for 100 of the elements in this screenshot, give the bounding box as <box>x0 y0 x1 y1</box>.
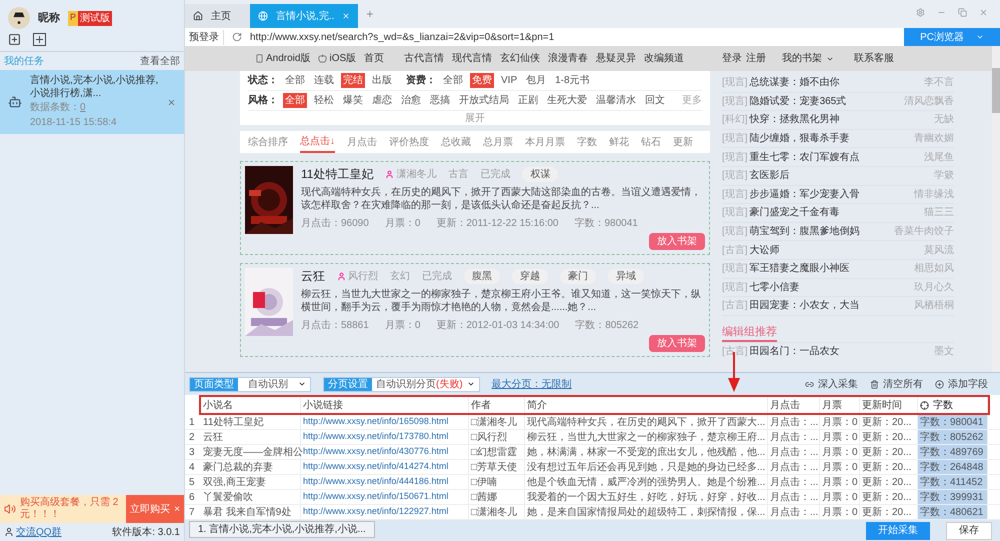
add-task-icon[interactable] <box>8 33 21 46</box>
filter-option[interactable]: 轻松 <box>312 93 336 108</box>
browser-tab[interactable]: 主页 <box>185 4 250 28</box>
settings-icon[interactable] <box>916 8 925 17</box>
paging-select[interactable]: 分页设置 自动识别分页(失败) <box>323 376 480 392</box>
address-field[interactable]: http://www.xxsy.net/search?s_wd=&s_lianzai=2&vip=0&sort=1&pn=1 <box>250 30 904 44</box>
view-all-link[interactable]: 查看全部 <box>140 54 180 68</box>
nav-link[interactable]: 改编频道 <box>644 51 684 66</box>
table-cell: 月票：0 <box>820 490 860 504</box>
filter-option[interactable]: 生死大爱 <box>545 93 589 108</box>
refresh-icon[interactable] <box>232 32 242 42</box>
column-header[interactable]: 简介 <box>525 397 768 413</box>
nav-link[interactable]: 玄幻仙侠 <box>500 51 540 66</box>
robot-icon <box>8 95 22 109</box>
filter-option[interactable]: 恶搞 <box>428 93 452 108</box>
action-button[interactable]: 保存 <box>946 522 992 540</box>
nav-link[interactable]: 悬疑灵异 <box>596 51 636 66</box>
column-header[interactable]: 月点击 <box>768 397 820 413</box>
sort-tab[interactable]: 钻石 <box>641 131 661 153</box>
sort-tab[interactable]: 总点击↓ <box>300 131 335 153</box>
nav-link[interactable]: 浪漫青春 <box>548 51 588 66</box>
book-title[interactable]: 11处特工皇妃 <box>301 165 374 183</box>
account-link[interactable]: 登录 <box>722 51 742 66</box>
filter-option[interactable]: 连载 <box>312 73 336 88</box>
column-header[interactable]: 更新时间 <box>860 397 918 413</box>
filter-option[interactable]: 全部 <box>283 93 307 108</box>
restore-icon[interactable] <box>958 8 967 17</box>
app-link[interactable]: Android版 <box>255 51 310 66</box>
column-header[interactable]: 小说名 <box>201 397 301 413</box>
filter-option[interactable]: 1-8元书 <box>553 73 592 88</box>
filter-option[interactable]: 完结 <box>341 73 365 88</box>
filter-option[interactable]: 包月 <box>524 73 548 88</box>
filter-option[interactable]: 全部 <box>441 73 465 88</box>
filter-option[interactable]: 治愈 <box>399 93 423 108</box>
filter-option[interactable]: 出版 <box>370 73 394 88</box>
nav-link[interactable]: 首页 <box>364 51 384 66</box>
table-cell: http://www.xxsy.net/info/165098.html <box>301 415 469 429</box>
ranking-row[interactable]: [古言] 田园宠妻：小农女，大当 风栖梧桐 <box>722 297 954 316</box>
nav-link[interactable]: 现代言情 <box>452 51 492 66</box>
book-genre: 玄幻 <box>390 270 410 284</box>
table-cell: □风行烈 <box>469 430 525 444</box>
column-header[interactable]: 作者 <box>469 397 525 413</box>
task-item[interactable]: 言情小说,完本小说,小说推荐,小说排行榜,潇... 数据条数：0 2018-11-15 15:58:4 <box>0 70 184 134</box>
toolbar-action[interactable]: 清空所有 <box>870 376 923 392</box>
task-tab[interactable]: 1. 言情小说,完本小说,小说推荐,小说... <box>189 521 375 538</box>
sort-tab[interactable]: 鲜花 <box>609 131 629 153</box>
ranking-row[interactable]: [现言] 步步逼婚：军少宠妻入骨 情非缘浅 <box>722 186 954 204</box>
scrollbar[interactable] <box>992 46 1000 372</box>
app-link[interactable]: iOS版 <box>318 51 356 66</box>
sort-tab[interactable]: 本月月票 <box>525 131 565 153</box>
book-title[interactable]: 云狂 <box>301 267 325 285</box>
nav-link[interactable]: 古代言情 <box>404 51 444 66</box>
ranking-row[interactable]: [现言] 军王猎妻之魔眼小神医 相思如风 <box>722 260 954 279</box>
account-link[interactable]: 注册 <box>746 51 766 66</box>
close-tab-icon[interactable] <box>342 12 350 20</box>
bookshelf-menu[interactable]: 我的书架 <box>782 51 834 66</box>
filter-option[interactable]: 回文 <box>643 93 667 108</box>
table-cell: 柳云狂，当世九大世家之一的柳家独子，楚京柳王府... <box>525 430 768 444</box>
column-header[interactable]: 月票 <box>820 397 860 413</box>
column-header[interactable]: 字数 <box>918 397 988 413</box>
ranking-row[interactable]: [现言] 玄医影后 学簌 <box>722 166 954 186</box>
max-page-link[interactable]: 最大分页：无限制 <box>492 376 572 392</box>
ranking-row[interactable]: [现言] 总统谋妻：婚不由你 李不言 <box>722 74 954 93</box>
ranking-row[interactable]: [科幻] 快穿：拯救黑化男神 无缺 <box>722 111 954 130</box>
close-icon[interactable] <box>979 8 988 17</box>
sort-tab[interactable]: 总收藏 <box>441 131 471 153</box>
ranking-row[interactable]: [现言] 七零小信妻 玖月心久 <box>722 278 954 298</box>
ranking-row[interactable]: [现言] 萌宝驾到：腹黑爹地倒妈 香菜牛肉饺子 <box>722 222 954 242</box>
ranking-row[interactable]: [现言] 重生七零：农门军嫂有点 浅尾鱼 <box>722 148 954 167</box>
qq-group-link[interactable]: 交流QQ群 <box>16 524 62 540</box>
filter-option[interactable]: 免费 <box>470 73 494 88</box>
table-cell: 她，是来自国家情报局处的超级特工，刺探情报，保... <box>525 505 768 519</box>
ranking-row[interactable]: [现言] 隐婚试爱：宠妻365式 清风恋飘香 <box>722 92 954 112</box>
filter-option[interactable]: 温馨清水 <box>594 93 638 108</box>
sort-tab[interactable]: 评价热度 <box>389 131 429 153</box>
sort-tab[interactable]: 月点击 <box>347 131 377 153</box>
sort-tab[interactable]: 综合排序 <box>248 131 288 153</box>
filter-label: 资费： <box>406 74 436 88</box>
ranking-row[interactable]: [古言] 大讼师 莫风流 <box>722 241 954 260</box>
close-icon[interactable] <box>167 98 176 106</box>
sort-tab[interactable]: 字数 <box>577 131 597 153</box>
ranking-row[interactable]: [古言] 田园名门：一品农女 墨文 <box>722 342 954 360</box>
filter-option[interactable]: 开放式结局 <box>457 93 511 108</box>
filter-option[interactable]: 正剧 <box>516 93 540 108</box>
filter-option[interactable]: VIP <box>499 73 520 88</box>
filter-option[interactable]: 全部 <box>283 73 307 88</box>
sort-tab[interactable]: 更新 <box>673 131 693 153</box>
ranking-row[interactable]: [现言] 豪门盛宠之千金有毒 猫三三 <box>722 204 954 223</box>
nav-link[interactable]: 联系客服 <box>854 51 894 66</box>
column-header[interactable]: 小说链接 <box>301 397 469 413</box>
trash-icon <box>870 380 879 388</box>
add-group-icon[interactable] <box>33 33 46 46</box>
page-type-select[interactable]: 页面类型 自动识别 <box>189 376 311 392</box>
toolbar-action[interactable]: 添加字段 <box>935 376 988 392</box>
filter-option[interactable]: 虐恋 <box>370 93 394 108</box>
ranking-row[interactable]: [现言] 陆少缠婚，狠毒杀手妻 青幽欢媚 <box>722 130 954 148</box>
filter-option[interactable]: 爆笑 <box>341 93 365 108</box>
toolbar-action[interactable]: 深入采集 <box>805 376 858 392</box>
sort-tab[interactable]: 总月票 <box>483 131 513 153</box>
prelogin-button[interactable]: 预登录 <box>185 30 224 44</box>
